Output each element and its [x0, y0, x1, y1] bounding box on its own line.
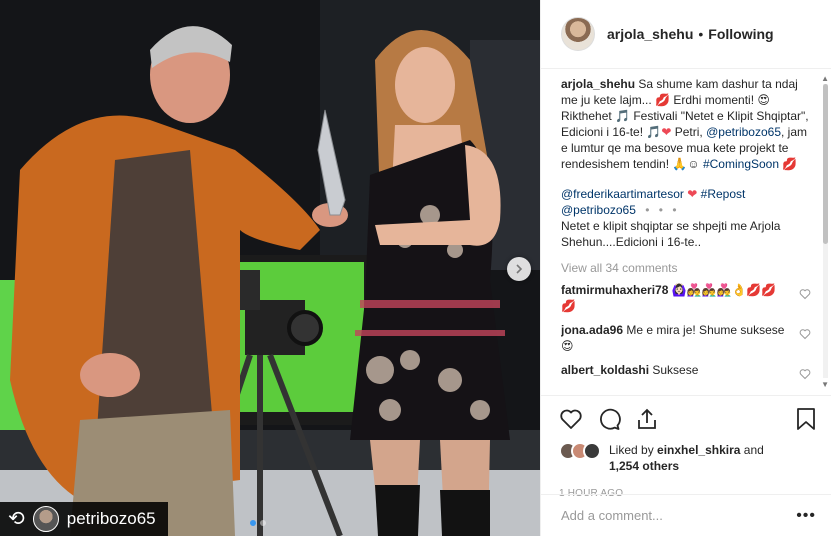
music-note-emoji-icon: 🎵 — [615, 109, 630, 123]
share-icon[interactable] — [635, 407, 659, 431]
comment-username[interactable]: albert_koldashi — [561, 363, 649, 377]
like-heart-icon[interactable] — [559, 407, 583, 431]
repost-mention-source[interactable]: @frederikaartimartesor — [561, 187, 684, 201]
comments-list: arjola_shehu Sa shume kam dashur ta ndaj… — [561, 76, 811, 396]
liked-by-text: Liked by einxhel_shkira and 1,254 others — [609, 442, 764, 474]
comment-bubble-icon[interactable] — [597, 407, 621, 431]
repost-icon: ⟲ — [8, 508, 25, 530]
liker-avatars[interactable] — [559, 442, 601, 460]
following-button[interactable]: Following — [708, 26, 773, 42]
comment-username[interactable]: fatmirmuhaxheri78 — [561, 283, 668, 297]
add-comment-bar: ••• — [541, 494, 831, 536]
liked-by-user[interactable]: einxhel_shkira — [657, 443, 740, 457]
next-photo-button[interactable] — [507, 257, 531, 281]
repost-comment: @frederikaartimartesor ❤ #Repost @petrib… — [561, 186, 811, 250]
repost-avatar — [32, 506, 59, 532]
comment-item: jona.ada96 Me e mira je! Shume suksese😍 — [561, 322, 811, 354]
scrollbar-thumb[interactable] — [823, 84, 828, 244]
post-header: arjola_shehu • Following — [541, 0, 831, 69]
heart-emoji-icon: ❤ — [661, 125, 672, 139]
carousel-dot — [260, 520, 266, 526]
liked-by-others[interactable]: 1,254 others — [609, 459, 679, 473]
more-options-icon[interactable]: ••• — [796, 507, 816, 525]
more-dots: • • • — [645, 203, 680, 217]
repost-mention-author[interactable]: @petribozo65 — [561, 203, 636, 217]
comment-item: fatmirmuhaxheri78 🙆🏻‍♀️👩‍❤️‍👨👩‍❤️‍👨👩‍❤️‍… — [561, 282, 811, 314]
music-note-emoji-icon: 🎵 — [646, 125, 662, 139]
caption-hashtag[interactable]: #ComingSoon — [703, 157, 779, 171]
repost-username: petribozo65 — [66, 509, 156, 528]
repost-hashtag[interactable]: #Repost — [701, 187, 746, 201]
add-comment-input[interactable] — [561, 508, 797, 523]
heart-outline-icon[interactable] — [799, 288, 811, 300]
comment-username[interactable]: jona.ada96 — [561, 323, 623, 337]
heart-outline-icon[interactable] — [799, 328, 811, 340]
actions-bar: Liked by einxhel_shkira and 1,254 others… — [541, 395, 831, 499]
caption-text-5: Petri, — [674, 125, 703, 139]
comment-text: Suksese — [652, 363, 699, 377]
kiss-emoji-icon: 💋 — [655, 93, 670, 107]
repost-text: Netet e klipit shqiptar se shpejti me Ar… — [561, 219, 781, 249]
post-photo[interactable]: ⟲ petribozo65 — [0, 0, 540, 536]
pray-emoji-icon: 🙏 — [672, 157, 688, 171]
caption: arjola_shehu Sa shume kam dashur ta ndaj… — [561, 77, 809, 171]
scroll-down-arrow-icon[interactable]: ▼ — [821, 380, 829, 389]
caption-text-2: Erdhi momenti! — [673, 93, 755, 107]
heart-eyes-emoji-icon: 😍 — [757, 93, 770, 107]
action-icons — [559, 404, 816, 434]
liked-by-conjunction: and — [743, 443, 764, 457]
photo-illustration — [0, 0, 540, 536]
carousel-indicator — [250, 520, 266, 526]
author-username[interactable]: arjola_shehu — [607, 26, 693, 42]
repost-badge: ⟲ petribozo65 — [0, 502, 168, 536]
instagram-post: ⟲ petribozo65 arjola_shehu • Following ▲… — [0, 0, 831, 536]
likes-summary: Liked by einxhel_shkira and 1,254 others — [559, 442, 816, 474]
liked-by-prefix: Liked by — [609, 443, 654, 457]
bookmark-icon[interactable] — [796, 407, 816, 431]
chevron-right-icon — [516, 264, 523, 274]
view-all-comments-link[interactable]: View all 34 comments — [561, 260, 811, 276]
caption-mention[interactable]: @petribozo65 — [706, 125, 781, 139]
liker-avatar — [583, 442, 601, 460]
header-separator: • — [698, 26, 704, 42]
carousel-dot-active — [250, 520, 256, 526]
post-side-panel: arjola_shehu • Following ▲ ▼ arjola_sheh… — [540, 0, 831, 536]
caption-text-3: Rikthehet — [561, 109, 612, 123]
comment-item: albert_koldashi Suksese — [561, 362, 811, 380]
author-avatar[interactable] — [561, 17, 595, 51]
heart-outline-icon[interactable] — [799, 368, 811, 380]
caption-username[interactable]: arjola_shehu — [561, 77, 635, 91]
scroll-up-arrow-icon[interactable]: ▲ — [821, 74, 829, 83]
kiss-emoji-icon: 💋 — [782, 157, 798, 171]
heart-emoji-icon: ❤ — [687, 187, 698, 201]
